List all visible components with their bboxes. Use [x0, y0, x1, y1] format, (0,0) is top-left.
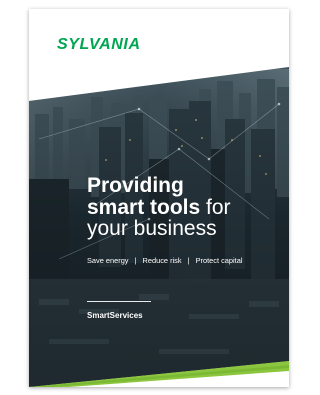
brochure-cover: SYLVANIA Providing smart tools for your …: [29, 9, 289, 387]
cover-headline: Providing smart tools for your business: [87, 175, 287, 240]
headline-line-2-regular: for: [200, 195, 231, 219]
brochure-preview: SYLVANIA Providing smart tools for your …: [0, 0, 293, 395]
headline-line-3: your business: [87, 217, 217, 241]
product-name: SmartServices: [87, 311, 143, 320]
cover-tagline: Save energy | Reduce risk | Protect capi…: [87, 256, 287, 265]
tagline-separator: |: [134, 256, 137, 265]
headline-line-1: Providing: [87, 174, 184, 197]
headline-line-2: smart tools for: [87, 195, 287, 219]
brand-logo: SYLVANIA: [57, 36, 141, 53]
tagline-item-energy: Save energy: [87, 256, 129, 265]
headline-line-2-bold: smart tools: [87, 195, 201, 219]
tagline-separator: |: [187, 256, 190, 265]
tagline-item-risk: Reduce risk: [142, 256, 182, 265]
tagline-item-capital: Protect capital: [195, 256, 243, 265]
divider-rule: [87, 301, 151, 302]
